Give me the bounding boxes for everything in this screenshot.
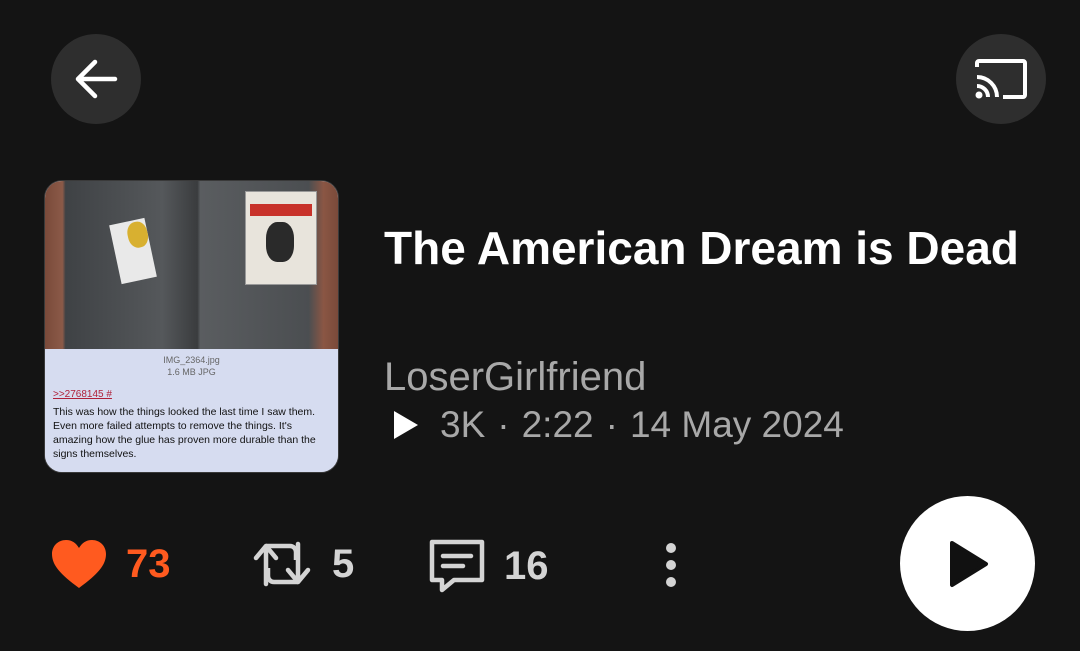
repost-button[interactable]: 5 [250,538,354,590]
artwork-text: This was how the things looked the last … [53,406,316,460]
track-artist[interactable]: LoserGirlfriend [384,355,646,400]
play-button[interactable] [900,496,1035,631]
track-page: IMG_2364.jpg 1.6 MB JPG >>2768145 # This… [0,0,1080,651]
arrow-left-icon [75,59,118,99]
like-count: 73 [126,541,171,586]
track-date: 14 May 2024 [629,404,844,445]
track-artwork[interactable]: IMG_2364.jpg 1.6 MB JPG >>2768145 # This… [44,180,339,473]
comments-button[interactable]: 16 [428,538,549,594]
track-meta: 3K · 2:22 · 14 May 2024 [392,404,844,446]
play-count: 3K [440,404,486,445]
back-button[interactable] [51,34,141,124]
comment-icon [429,539,485,593]
track-title: The American Dream is Dead [384,222,1019,274]
sticker-image [109,217,157,285]
meta-separator: · [605,404,618,445]
like-button[interactable]: 73 [50,538,171,590]
artwork-photo [45,181,338,349]
play-count-icon [394,411,418,439]
poster-image [245,191,317,285]
cast-button[interactable] [956,34,1046,124]
repost-icon [253,541,311,587]
artwork-filename: IMG_2364.jpg [163,355,220,365]
artwork-reply-link: >>2768145 # [53,389,112,400]
meta-separator: · [497,404,510,445]
track-duration: 2:22 [521,404,594,445]
more-options-button[interactable] [660,542,682,588]
cast-icon [975,59,1027,99]
comment-count: 16 [504,543,549,588]
artwork-filesize: 1.6 MB JPG [167,367,216,377]
play-icon [949,540,988,587]
more-vertical-icon [666,543,676,587]
artwork-caption: IMG_2364.jpg 1.6 MB JPG >>2768145 # This… [45,349,338,472]
heart-icon [52,540,106,588]
repost-count: 5 [332,541,355,586]
